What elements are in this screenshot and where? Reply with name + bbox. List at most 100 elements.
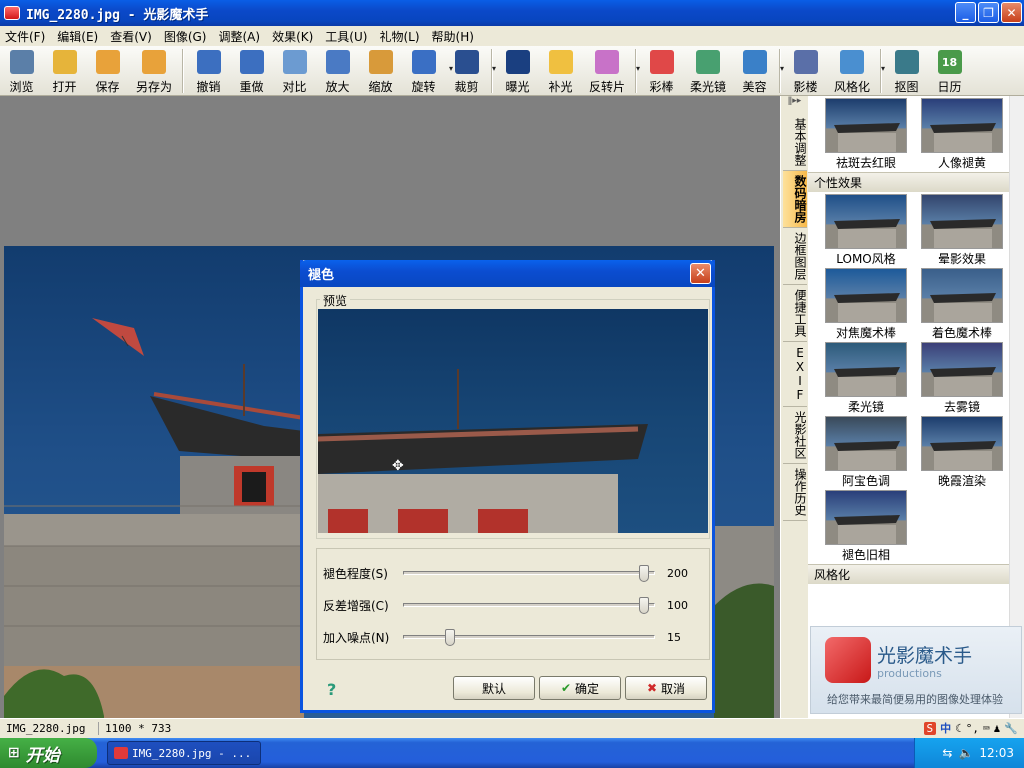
side-tab[interactable]: 基本调整 — [783, 114, 807, 171]
section-header-stylize[interactable]: 风格化⌃ — [808, 564, 1024, 584]
ime-mode-icon[interactable]: 中 — [940, 720, 951, 736]
menu-item[interactable]: 工具(U) — [320, 28, 374, 45]
slider-handle[interactable] — [638, 597, 649, 614]
menu-item[interactable]: 帮助(H) — [427, 28, 481, 45]
effect-thumbnail[interactable]: 褪色旧相 — [818, 490, 914, 564]
menu-item[interactable]: 图像(G) — [159, 28, 214, 45]
volume-icon[interactable]: 🔈 — [958, 746, 973, 760]
effect-thumbnail[interactable]: 着色魔术棒 — [914, 268, 1010, 342]
toolbar-button-calendar[interactable]: 18 日历 — [928, 46, 971, 96]
ime-icon[interactable]: S — [923, 721, 937, 735]
toolbar-button-save[interactable]: 保存 — [86, 46, 129, 96]
effect-label: 柔光镜 — [847, 400, 884, 414]
menu-item[interactable]: 礼物(L) — [374, 28, 426, 45]
close-button[interactable]: ✕ — [1001, 2, 1022, 23]
toolbar-label: 美容 — [742, 80, 767, 94]
taskbar-item[interactable]: IMG_2280.jpg - ... — [107, 741, 261, 765]
side-tab[interactable]: 边框图层 — [783, 228, 807, 285]
color-wand-icon — [649, 50, 674, 74]
effect-thumbnail[interactable]: 晚霞渲染 — [914, 416, 1010, 490]
toolbar-label: 放大 — [325, 80, 350, 94]
toolbar-button-undo[interactable]: 撤销 — [187, 46, 230, 96]
promo-subtitle: productions — [877, 667, 942, 680]
default-button[interactable]: 默认 — [453, 676, 535, 700]
collapse-icon[interactable]: ǁ▸▸ — [781, 96, 808, 114]
toolbar-label: 曝光 — [505, 80, 530, 94]
effect-thumbnail[interactable]: 去雾镜 — [914, 342, 1010, 416]
dialog-close-button[interactable]: ✕ — [690, 263, 711, 284]
toolbar-button-folder[interactable]: 打开 — [43, 46, 86, 96]
section-header-personal-effects[interactable]: 个性效果⌃ — [808, 172, 1024, 192]
side-tab[interactable]: 便捷工具 — [783, 285, 807, 342]
fade-dialog: 褪色 ✕ 预览 ✥ 褪色程度(S) 200 反差增强(C) 100 加入噪点(N… — [300, 260, 715, 713]
ok-button[interactable]: ✔ 确定 — [539, 676, 621, 700]
slider-contrast-enhance: 反差增强(C) 100 — [323, 597, 688, 614]
help-icon[interactable]: ? — [327, 680, 336, 699]
toolbar-button-studio[interactable]: 影楼 — [784, 46, 827, 96]
menu-item[interactable]: 调整(A) — [213, 28, 267, 45]
slider-group: 褪色程度(S) 200 反差增强(C) 100 加入噪点(N) 15 — [316, 548, 710, 660]
preview-label: 预览 — [320, 292, 351, 309]
slider-track[interactable] — [403, 597, 655, 614]
toolbar-button-crop[interactable]: 裁剪 ▾ — [445, 46, 496, 96]
slider-handle[interactable] — [638, 565, 649, 582]
menu-item[interactable]: 查看(V) — [105, 28, 159, 45]
toolbar-label: 反转片 — [588, 80, 625, 94]
punct-icon[interactable]: °, — [966, 722, 979, 735]
cancel-button[interactable]: ✖ 取消 — [625, 676, 707, 700]
toolbar-button-soft-focus[interactable]: 柔光镜 — [683, 46, 733, 96]
toolbar-button-eye[interactable]: 浏览 — [0, 46, 43, 96]
effect-thumbnail[interactable]: LOMO风格 — [818, 194, 914, 268]
preview-image[interactable]: ✥ — [318, 309, 708, 533]
effect-thumbnail[interactable]: 晕影效果 — [914, 194, 1010, 268]
effect-thumbnail[interactable]: 阿宝色调 — [818, 416, 914, 490]
effect-thumbnail[interactable]: 对焦魔术棒 — [818, 268, 914, 342]
moon-icon[interactable]: ☾ — [955, 722, 962, 735]
slider-track[interactable] — [403, 565, 655, 582]
slider-fade-amount: 褪色程度(S) 200 — [323, 565, 688, 582]
toolbar-button-resize[interactable]: 缩放 — [359, 46, 402, 96]
title-bar: IMG_2280.jpg - 光影魔术手 _ ❐ ✕ — [0, 0, 1024, 26]
side-tab[interactable]: EXIF — [783, 342, 807, 407]
toolbar-button-exposure[interactable]: 曝光 — [496, 46, 539, 96]
effect-thumbnail[interactable]: 人像褪黄 — [914, 98, 1010, 172]
effect-thumbnail[interactable]: 祛斑去红眼 — [818, 98, 914, 172]
toolbar-button-color-wand[interactable]: 彩棒 — [640, 46, 683, 96]
toolbar-label: 抠图 — [894, 80, 919, 94]
slider-track[interactable] — [403, 629, 655, 646]
app-logo — [825, 637, 871, 683]
toolbar-button-rotate[interactable]: 旋转 ▾ — [402, 46, 453, 96]
start-button[interactable]: ⊞ 开始 — [0, 738, 97, 768]
toolbar-button-cutout[interactable]: 抠图 — [885, 46, 928, 96]
windows-logo-icon: ⊞ — [8, 745, 20, 761]
menu-item[interactable]: 文件(F) — [0, 28, 52, 45]
user-icon[interactable]: ♟ — [994, 722, 1001, 735]
toolbar-label: 重做 — [239, 80, 264, 94]
maximize-button[interactable]: ❐ — [978, 2, 999, 23]
toolbar-button-compare[interactable]: 对比 — [273, 46, 316, 96]
keyboard-icon[interactable]: ⌨ — [983, 722, 990, 735]
toolbar-button-zoom-in[interactable]: 放大 — [316, 46, 359, 96]
toolbar-button-save-as[interactable]: 另存为 — [129, 46, 179, 96]
toolbar-button-reversal-film[interactable]: 反转片 ▾ — [582, 46, 640, 96]
network-icon[interactable]: ⇆ — [942, 746, 952, 760]
app-icon — [4, 6, 20, 20]
minimize-button[interactable]: _ — [955, 2, 976, 23]
slider-handle[interactable] — [445, 629, 456, 646]
toolbar-button-beauty[interactable]: 美容 ▾ — [733, 46, 784, 96]
toolbar-label: 对比 — [282, 80, 307, 94]
side-tab-strip: ǁ▸▸ 基本调整 数码暗房 边框图层 便捷工具 EXIF 光影社区 操作历史 — [780, 96, 808, 718]
status-bar: IMG_2280.jpg 1100 * 733 S 中 ☾ °, ⌨ ♟ 🔧 — [0, 718, 1024, 738]
side-tab[interactable]: 光影社区 — [783, 407, 807, 464]
menu-item[interactable]: 效果(K) — [267, 28, 320, 45]
toolbar-button-redo[interactable]: 重做 — [230, 46, 273, 96]
toolbar-button-fill-light[interactable]: 补光 — [539, 46, 582, 96]
toolbar-button-stylize[interactable]: 风格化 ▾ — [827, 46, 885, 96]
menu-item[interactable]: 编辑(E) — [52, 28, 105, 45]
side-tab[interactable]: 数码暗房 — [783, 171, 807, 228]
panel-scrollbar[interactable] — [1009, 96, 1024, 718]
dialog-title: 褪色 — [308, 268, 335, 283]
wrench-icon[interactable]: 🔧 — [1004, 722, 1018, 735]
side-tab[interactable]: 操作历史 — [783, 464, 807, 521]
effect-thumbnail[interactable]: 柔光镜 — [818, 342, 914, 416]
